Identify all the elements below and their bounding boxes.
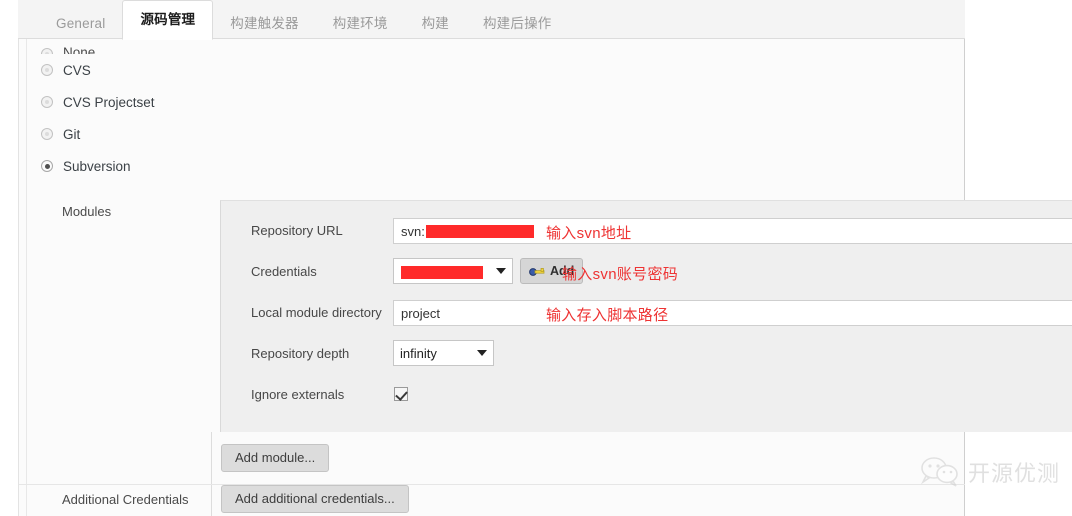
scm-option-label: CVS — [63, 62, 91, 78]
scm-option-git[interactable]: Git — [28, 118, 328, 150]
redaction-bar — [425, 224, 534, 238]
additional-credentials-label: Additional Credentials — [62, 492, 189, 507]
watermark-text: 开源优测 — [967, 462, 1060, 487]
tab-post-build-actions[interactable]: 构建后操作 — [466, 8, 569, 39]
scm-option-label: None — [63, 45, 96, 54]
radio-icon[interactable] — [41, 64, 53, 76]
watermark: 开源优测 — [920, 456, 1060, 488]
scm-radio-group: None CVS CVS Projectset Git Subversion — [28, 32, 328, 182]
chevron-down-icon — [477, 350, 487, 356]
add-additional-credentials-button[interactable]: Add additional credentials... — [221, 485, 409, 513]
field-row-ignore-externals: Ignore externals — [221, 374, 1072, 415]
tab-build[interactable]: 构建 — [405, 8, 466, 39]
field-row-repository-depth: Repository depth infinity — [221, 333, 1072, 374]
repository-url-input[interactable]: svn: — [393, 218, 1072, 244]
add-module-button[interactable]: Add module... — [221, 444, 330, 472]
radio-icon[interactable] — [41, 96, 53, 108]
redaction-bar — [401, 265, 483, 279]
modules-divider — [211, 432, 212, 484]
ignore-externals-checkbox[interactable] — [394, 387, 408, 401]
credentials-value — [400, 263, 483, 279]
section-separator — [19, 484, 965, 485]
credentials-select[interactable] — [393, 258, 513, 284]
annotation-local-module-directory: 输入存入脚本路径 — [546, 307, 669, 324]
tab-scm[interactable]: 源码管理 — [122, 0, 214, 40]
chevron-down-icon — [496, 268, 506, 274]
radio-icon[interactable] — [41, 48, 53, 54]
tab-build-environment[interactable]: 构建环境 — [316, 8, 405, 39]
additional-credentials-divider — [211, 484, 212, 516]
repository-depth-value: infinity — [400, 345, 437, 361]
radio-icon[interactable] — [41, 160, 53, 172]
repository-url-label: Repository URL — [251, 223, 343, 238]
tab-bar: General 源码管理 构建触发器 构建环境 构建 构建后操作 — [18, 0, 965, 40]
repository-depth-select[interactable]: infinity — [393, 340, 494, 366]
annotation-credentials: 输入svn账号密码 — [562, 266, 679, 283]
modules-section-label: Modules — [62, 204, 112, 219]
screen-root: General 源码管理 构建触发器 构建环境 构建 构建后操作 None CV… — [0, 0, 1072, 516]
scm-option-label: Subversion — [63, 158, 131, 174]
key-icon — [529, 268, 545, 276]
ignore-externals-label: Ignore externals — [251, 387, 345, 402]
scm-option-cvs[interactable]: CVS — [28, 54, 328, 86]
annotation-repository-url: 输入svn地址 — [546, 225, 632, 242]
credentials-label: Credentials — [251, 264, 317, 279]
field-row-repository-url: Repository URL svn: — [221, 210, 1072, 251]
radio-icon[interactable] — [41, 128, 53, 140]
wechat-icon — [920, 457, 958, 487]
repository-url-value: svn: — [401, 223, 425, 239]
scm-option-subversion[interactable]: Subversion — [28, 150, 328, 182]
local-module-directory-label: Local module directory — [251, 305, 382, 320]
scm-option-label: CVS Projectset — [63, 94, 155, 110]
scm-option-cvs-projectset[interactable]: CVS Projectset — [28, 86, 328, 118]
repository-depth-label: Repository depth — [251, 346, 350, 361]
scm-option-label: Git — [63, 126, 81, 142]
local-module-directory-input[interactable]: project — [393, 300, 1072, 326]
